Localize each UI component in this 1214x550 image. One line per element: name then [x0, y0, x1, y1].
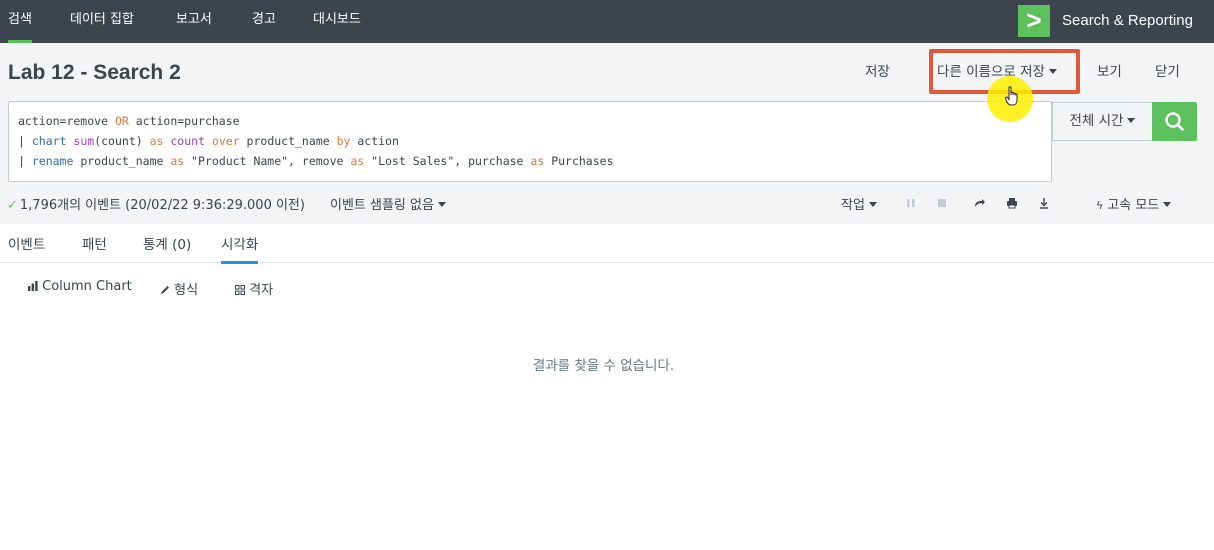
bolt-icon: ϟ — [1096, 199, 1104, 212]
save-button[interactable]: 저장 — [865, 60, 890, 80]
top-nav: 검색 데이터 집합 보고서 경고 대시보드 > Search & Reporti… — [0, 0, 1214, 43]
save-as-label: 다른 이름으로 저장 — [937, 64, 1045, 80]
close-button[interactable]: 닫기 — [1155, 60, 1180, 80]
search-input[interactable]: action=remove OR action=purchase | chart … — [8, 101, 1052, 182]
event-count: ✓ 1,796개의 이벤트 (20/02/22 9:36:29.000 이전) — [7, 198, 305, 213]
empty-results-message: 결과를 찾을 수 없습니다. — [532, 358, 675, 374]
tab-statistics[interactable]: 통계 (0) — [143, 233, 191, 253]
hand-pointer-icon — [1004, 86, 1018, 106]
chart-type-selector[interactable]: Column Chart — [28, 279, 132, 294]
job-menu[interactable]: 작업 — [841, 194, 877, 213]
export-icon[interactable] — [1037, 196, 1051, 210]
nav-dashboards[interactable]: 대시보드 — [313, 0, 361, 43]
query-line-2: | chart sum(count) as count over product… — [18, 134, 399, 148]
nav-datasets[interactable]: 데이터 집합 — [70, 0, 134, 43]
print-icon[interactable] — [1005, 196, 1019, 210]
chevron-down-icon — [1127, 117, 1136, 123]
viz-toolbar: Column Chart 형식 격자 — [0, 278, 1214, 298]
chevron-down-icon — [437, 202, 446, 207]
trellis-button[interactable]: 격자 — [235, 279, 273, 298]
search-mode-dropdown[interactable]: ϟ 고속 모드 — [1096, 194, 1172, 213]
bar-chart-icon — [28, 281, 38, 291]
search-header: Lab 12 - Search 2 저장 다른 이름으로 저장 보기 닫기 ac… — [0, 43, 1214, 224]
app-logo[interactable]: > — [1018, 5, 1050, 37]
page-title: Lab 12 - Search 2 — [8, 61, 181, 84]
sampling-dropdown[interactable]: 이벤트 샘플링 없음 — [330, 194, 446, 213]
view-button[interactable]: 보기 — [1097, 60, 1122, 80]
nav-reports[interactable]: 보고서 — [176, 0, 212, 43]
logo-glyph: > — [1026, 5, 1042, 35]
tab-patterns[interactable]: 패턴 — [82, 233, 107, 253]
check-icon: ✓ — [7, 198, 18, 213]
tab-events[interactable]: 이벤트 — [8, 233, 45, 253]
time-range-picker[interactable]: 전체 시간 — [1052, 102, 1152, 141]
nav-alerts[interactable]: 경고 — [252, 0, 276, 43]
tab-visualization[interactable]: 시각화 — [221, 233, 259, 264]
save-as-button[interactable]: 다른 이름으로 저장 — [937, 60, 1057, 80]
grid-icon — [235, 285, 245, 295]
pencil-icon — [161, 286, 169, 294]
search-icon — [1165, 112, 1184, 131]
search-button[interactable] — [1152, 102, 1197, 141]
job-status-row: ✓ 1,796개의 이벤트 (20/02/22 9:36:29.000 이전) 이… — [0, 192, 1214, 214]
time-range-label: 전체 시간 — [1069, 113, 1124, 129]
app-name[interactable]: Search & Reporting — [1062, 0, 1193, 43]
pause-icon[interactable] — [904, 196, 918, 210]
results-tabs: 이벤트 패턴 통계 (0) 시각화 — [0, 224, 1214, 264]
chevron-down-icon — [1048, 68, 1057, 74]
query-line-1: action=remove OR action=purchase — [18, 114, 240, 128]
chevron-down-icon — [868, 202, 877, 207]
stop-icon[interactable] — [935, 196, 949, 210]
query-line-3: | rename product_name as "Product Name",… — [18, 154, 614, 168]
format-button[interactable]: 형식 — [160, 279, 198, 298]
chevron-down-icon — [1163, 202, 1172, 207]
share-icon[interactable] — [972, 196, 986, 210]
nav-search[interactable]: 검색 — [8, 0, 32, 43]
